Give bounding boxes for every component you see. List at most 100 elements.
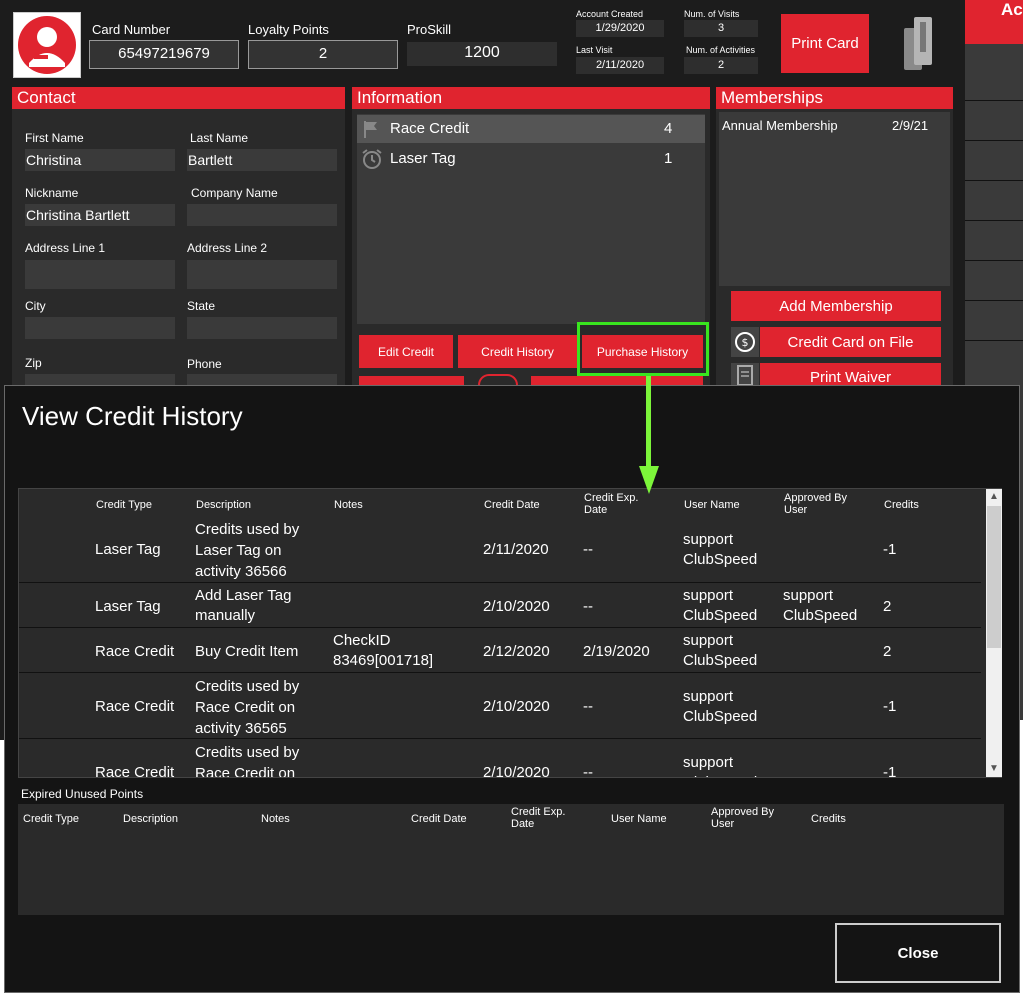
membership-name: Annual Membership: [722, 118, 838, 133]
scroll-up-icon[interactable]: ▲: [986, 489, 1002, 505]
svg-text:$: $: [742, 336, 749, 349]
company-name-field[interactable]: [187, 204, 337, 226]
column-header[interactable]: Description: [196, 499, 251, 511]
column-header[interactable]: User Name: [684, 499, 740, 511]
column-header[interactable]: Notes: [261, 813, 290, 825]
description-cell: Credits used by Laser Tag on activity 36…: [195, 521, 300, 580]
partial-button[interactable]: [359, 376, 464, 385]
edit-credit-button[interactable]: Edit Credit: [359, 335, 453, 368]
nickname-label: Nickname: [25, 186, 79, 200]
description-cell: Credits used by Race Credit on: [195, 744, 300, 778]
close-button[interactable]: Close: [835, 923, 1001, 983]
card-number-label: Card Number: [92, 22, 171, 37]
column-header[interactable]: Description: [123, 813, 178, 825]
table-header: Credit Type Description Notes Credit Dat…: [19, 489, 981, 517]
proskill-field[interactable]: 1200: [407, 42, 557, 66]
state-field[interactable]: [187, 317, 337, 339]
first-name-field[interactable]: Christina: [25, 149, 175, 171]
card-number-field[interactable]: 65497219679: [89, 40, 239, 69]
divider: [965, 340, 1023, 341]
column-header[interactable]: Credits: [811, 813, 846, 825]
card-reader-icon[interactable]: [900, 14, 936, 72]
column-header[interactable]: Approved By User: [784, 492, 847, 516]
address1-label: Address Line 1: [25, 241, 106, 255]
column-header[interactable]: Approved By User: [711, 806, 774, 830]
contact-header: Contact: [12, 87, 345, 109]
add-membership-button[interactable]: Add Membership: [731, 291, 941, 321]
waiver-document-icon: [731, 363, 759, 386]
address1-field[interactable]: [25, 260, 175, 289]
expired-points-label: Expired Unused Points: [21, 787, 144, 801]
credit-card-on-file-button[interactable]: Credit Card on File: [760, 327, 941, 357]
table-row[interactable]: Laser Tag Add Laser Tag manually 2/10/20…: [19, 584, 981, 628]
column-header[interactable]: Credits: [884, 499, 919, 511]
column-header[interactable]: Credit Type: [23, 813, 79, 825]
column-header[interactable]: Notes: [334, 499, 363, 511]
highlight-box: [577, 322, 709, 376]
exp-date-cell: --: [583, 541, 593, 558]
credit-history-button[interactable]: Credit History: [458, 335, 577, 368]
divider: [965, 140, 1023, 141]
table-row[interactable]: Race Credit Credits used by Race Credit …: [19, 674, 981, 739]
credit-item-label: Race Credit: [390, 120, 470, 137]
exp-date-cell: 2/19/2020: [583, 643, 650, 660]
zip-field[interactable]: [25, 374, 175, 385]
annotation-arrow: [646, 376, 651, 470]
column-header[interactable]: Credit Date: [484, 499, 540, 511]
nickname-field[interactable]: Christina Bartlett: [25, 204, 175, 226]
proskill-label: ProSkill: [407, 22, 452, 37]
user-avatar-icon: [18, 16, 76, 74]
num-activities-label: Num. of Activities: [686, 45, 756, 55]
column-header[interactable]: Credit Exp. Date: [511, 806, 565, 830]
avatar: [13, 12, 81, 78]
company-name-label: Company Name: [191, 186, 278, 200]
table-row[interactable]: Race Credit Credits used by Race Credit …: [19, 740, 981, 778]
list-item[interactable]: Annual Membership 2/9/21: [719, 116, 950, 136]
circle-icon[interactable]: [478, 374, 518, 385]
phone-field[interactable]: [187, 374, 337, 385]
zip-label: Zip: [25, 356, 42, 370]
account-created-label: Account Created: [576, 9, 644, 19]
credit-item-label: Laser Tag: [390, 150, 456, 167]
credit-type-cell: Laser Tag: [95, 598, 161, 615]
column-header[interactable]: Credit Exp. Date: [584, 492, 638, 516]
description-cell: Buy Credit Item: [195, 643, 299, 660]
membership-date: 2/9/21: [892, 118, 929, 133]
table-row[interactable]: Race Credit Buy Credit Item CheckID 8346…: [19, 629, 981, 673]
divider: [965, 100, 1023, 101]
divider: [965, 180, 1023, 181]
partial-button[interactable]: [531, 376, 703, 385]
address2-field[interactable]: [187, 260, 337, 289]
side-panel-tab[interactable]: Ac: [965, 0, 1023, 44]
flag-icon: [361, 119, 381, 144]
credit-history-table: Credit Type Description Notes Credit Dat…: [18, 488, 1002, 778]
credits-cell: -1: [883, 698, 897, 715]
num-activities-value: 2: [684, 57, 758, 74]
print-card-button[interactable]: Print Card: [781, 14, 869, 73]
scroll-thumb[interactable]: [987, 506, 1001, 648]
last-name-label: Last Name: [190, 131, 249, 145]
table-row[interactable]: Laser Tag Credits used by Laser Tag on a…: [19, 517, 981, 583]
membership-list: [719, 112, 950, 286]
credit-type-cell: Laser Tag: [95, 541, 161, 558]
scroll-down-icon[interactable]: ▼: [986, 761, 1002, 777]
list-item[interactable]: Race Credit 4: [357, 115, 705, 143]
last-name-field[interactable]: Bartlett: [187, 149, 337, 171]
loyalty-points-field[interactable]: 2: [248, 40, 398, 69]
column-header[interactable]: Credit Date: [411, 813, 467, 825]
vertical-scrollbar[interactable]: ▲ ▼: [986, 489, 1002, 777]
list-item[interactable]: Laser Tag 1: [357, 145, 705, 173]
exp-date-cell: --: [583, 698, 593, 715]
print-waiver-button[interactable]: Print Waiver: [760, 363, 941, 385]
user-name-cell: support ClubSpeed: [683, 531, 758, 568]
num-visits-label: Num. of Visits: [684, 9, 740, 19]
city-field[interactable]: [25, 317, 175, 339]
alarm-clock-icon: [361, 148, 383, 175]
divider: [965, 300, 1023, 301]
memberships-header: Memberships: [716, 87, 953, 109]
column-header[interactable]: User Name: [611, 813, 667, 825]
user-name-cell: support ClubSpeed: [683, 688, 758, 725]
loyalty-points-label: Loyalty Points: [248, 22, 329, 37]
side-panel-tab-label: Ac: [1001, 0, 1023, 19]
column-header[interactable]: Credit Type: [96, 499, 152, 511]
